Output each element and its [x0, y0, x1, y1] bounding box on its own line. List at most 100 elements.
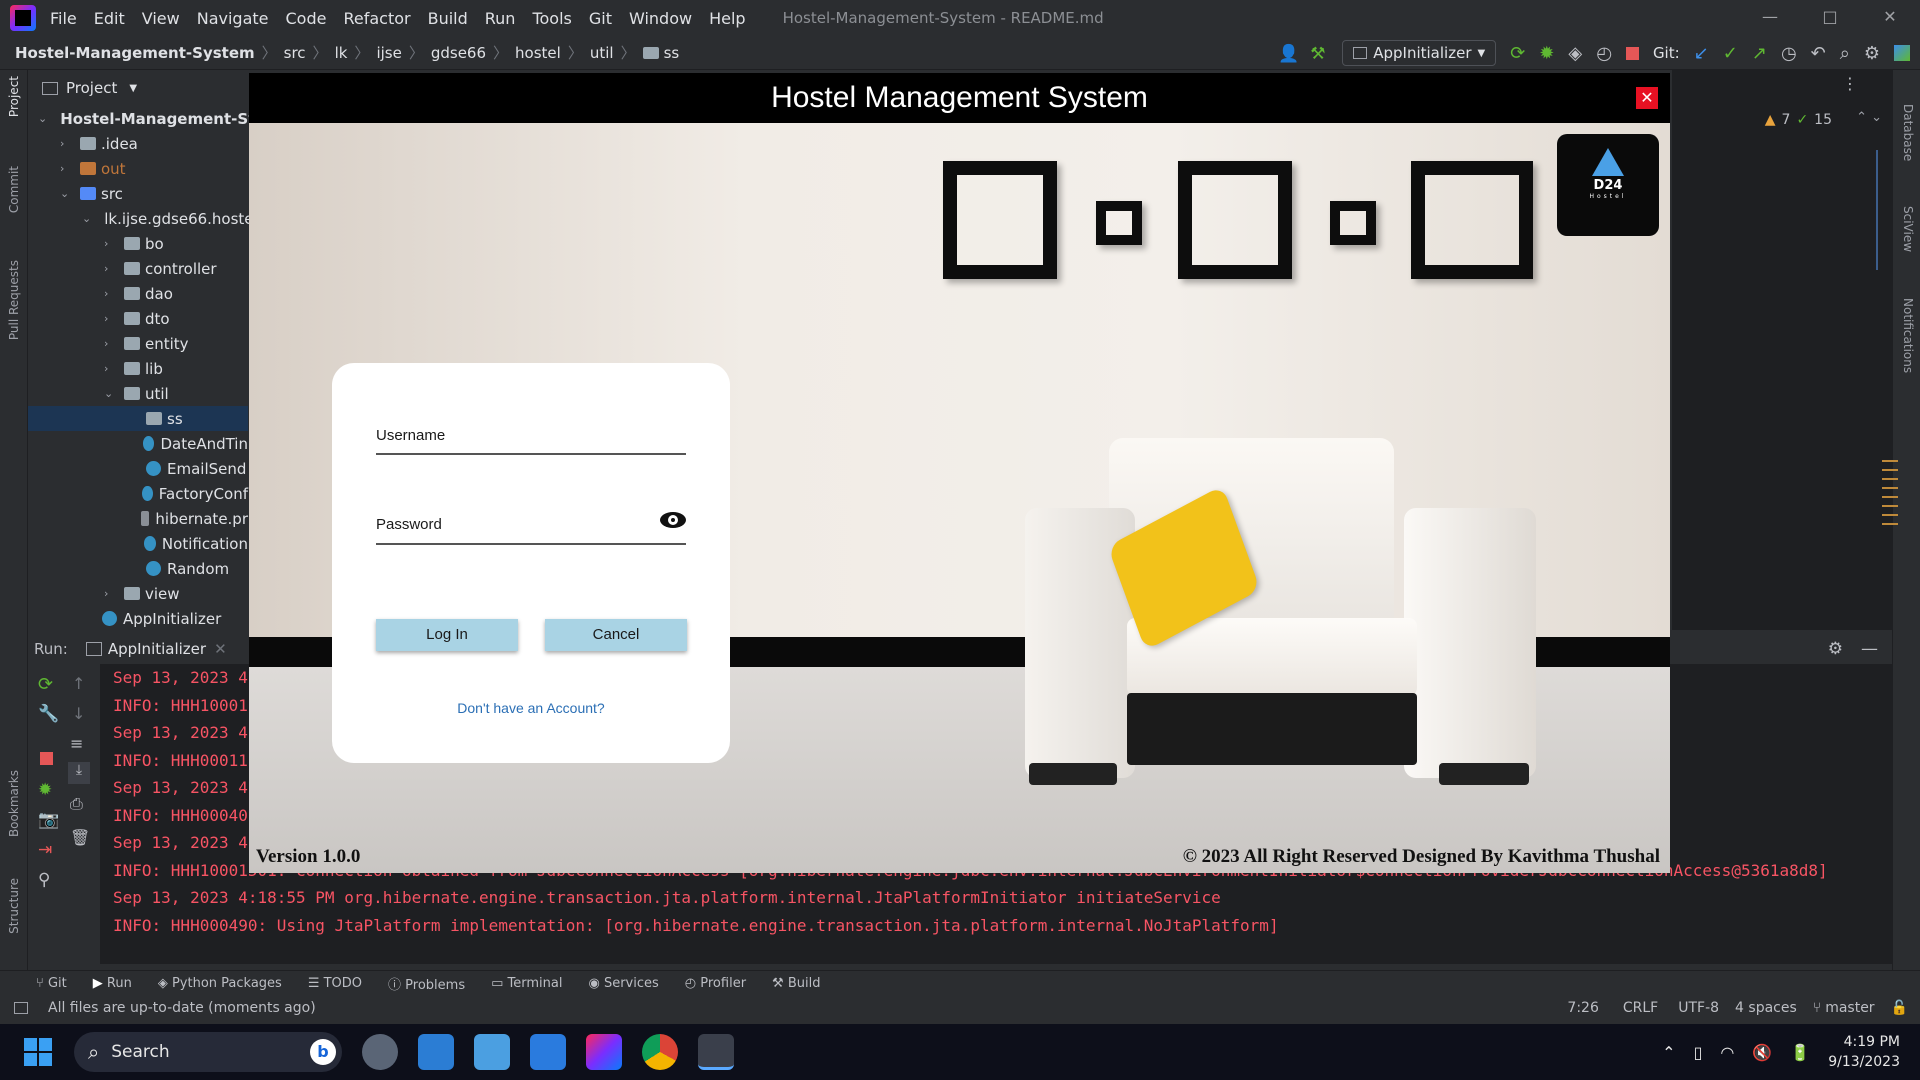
menu-refactor[interactable]: Refactor [343, 9, 410, 28]
python-packages-tab[interactable]: ◈ Python Packages [158, 976, 282, 991]
login-button[interactable]: Log In [376, 619, 518, 651]
menu-build[interactable]: Build [428, 9, 468, 28]
stop-icon[interactable] [40, 752, 53, 765]
intellij-app-icon[interactable] [586, 1034, 622, 1070]
breadcrumb-item[interactable]: hostel [515, 44, 561, 62]
chevron-down-icon[interactable]: ⌄ [104, 387, 116, 400]
terminal-tab[interactable]: ▭ Terminal [491, 976, 562, 991]
chevron-down-icon[interactable]: ⌄ [82, 212, 91, 225]
tree-item[interactable]: ⌄ src [28, 181, 248, 206]
tree-item[interactable]: hibernate.pr [28, 506, 248, 531]
line-separator[interactable]: CRLF [1623, 1000, 1658, 1016]
chevron-right-icon[interactable]: › [104, 362, 116, 375]
menu-window[interactable]: Window [629, 9, 692, 28]
build-hammer-icon[interactable]: ⚒ [1310, 44, 1328, 64]
sciview-tool-tab[interactable]: SciView [1901, 206, 1915, 252]
build-tab[interactable]: ⚒ Build [772, 976, 820, 991]
tree-item[interactable]: › lib [28, 356, 248, 381]
run-tab-appinitializer[interactable]: AppInitializer [108, 640, 206, 658]
photos-app-icon[interactable] [418, 1034, 454, 1070]
structure-tool-tab[interactable]: Structure [7, 878, 21, 934]
more-options-icon[interactable]: ⋮ [1842, 74, 1858, 93]
menu-tools[interactable]: Tools [532, 9, 571, 28]
chevron-right-icon[interactable]: › [104, 337, 116, 350]
services-tab[interactable]: ◉ Services [588, 976, 658, 991]
tree-item[interactable]: › view [28, 581, 248, 606]
rerun-icon[interactable]: ⟳ [1510, 43, 1525, 64]
debug-icon[interactable]: ✹ [1539, 43, 1554, 64]
tree-item[interactable]: › dao [28, 281, 248, 306]
image-viewer-app-icon[interactable] [474, 1034, 510, 1070]
file-encoding[interactable]: UTF-8 [1678, 1000, 1719, 1016]
menu-edit[interactable]: Edit [94, 9, 125, 28]
tree-item[interactable]: EmailSend [28, 456, 248, 481]
tree-item[interactable]: Random [28, 556, 248, 581]
chevron-right-icon[interactable]: › [104, 262, 116, 275]
git-update-icon[interactable]: ↙ [1694, 43, 1709, 64]
lock-icon[interactable]: 🔓 [1891, 1000, 1908, 1016]
menu-navigate[interactable]: Navigate [197, 9, 269, 28]
menu-run[interactable]: Run [485, 9, 516, 28]
tree-item[interactable]: Notification [28, 531, 248, 556]
trash-icon[interactable]: 🗑 [70, 828, 90, 847]
tree-item[interactable]: › bo [28, 231, 248, 256]
eye-icon[interactable] [660, 512, 686, 528]
breadcrumb-item[interactable]: src [284, 44, 306, 62]
close-window-button[interactable]: ✕ [1860, 0, 1920, 36]
tree-item[interactable]: ⌄ lk.ijse.gdse66.hoste [28, 206, 254, 231]
scroll-to-end-icon[interactable]: ⤓ [68, 762, 90, 784]
java-app-icon[interactable] [698, 1034, 734, 1070]
menu-file[interactable]: File [50, 9, 77, 28]
cursor-position[interactable]: 7:26 [1567, 1000, 1598, 1016]
run-config-select[interactable]: AppInitializer ▼ [1342, 40, 1497, 66]
hide-panel-icon[interactable]: — [1861, 639, 1878, 659]
project-tool-tab[interactable]: Project [7, 76, 21, 117]
signup-link[interactable]: Don't have an Account? [332, 700, 730, 716]
git-tab[interactable]: ⑂ Git [36, 976, 67, 991]
close-button[interactable]: ✕ [1636, 87, 1658, 109]
tree-item[interactable]: › .idea [28, 131, 248, 156]
search-icon[interactable]: ⌕ [1840, 43, 1850, 64]
database-tool-tab[interactable]: Database [1901, 104, 1915, 161]
breadcrumb-item[interactable]: util [590, 44, 614, 62]
run-tab[interactable]: ▶ Run [93, 976, 132, 991]
tree-item[interactable]: ⌄ util [28, 381, 248, 406]
tree-item[interactable]: › dto [28, 306, 248, 331]
menu-help[interactable]: Help [709, 9, 745, 28]
check-count[interactable]: 15 [1814, 112, 1832, 128]
volume-muted-icon[interactable]: 🔇 [1752, 1043, 1772, 1062]
notepad-app-icon[interactable] [530, 1034, 566, 1070]
git-branch[interactable]: master [1825, 1000, 1874, 1016]
windows-start-icon[interactable] [24, 1038, 52, 1066]
cancel-button[interactable]: Cancel [545, 619, 687, 651]
plugin-icon[interactable] [1894, 45, 1910, 61]
git-commit-icon[interactable]: ✓ [1723, 43, 1738, 64]
username-field[interactable]: Username [376, 427, 445, 444]
panel-toggle-icon[interactable] [14, 1002, 28, 1014]
debug-icon[interactable]: ✹ [38, 780, 52, 800]
settings-gear-icon[interactable]: ⚙ [1828, 639, 1843, 659]
menu-code[interactable]: Code [286, 9, 327, 28]
tree-item[interactable]: ss [28, 406, 248, 431]
breadcrumb-item[interactable]: ss [664, 44, 680, 62]
user-icon[interactable]: 👤 [1278, 44, 1299, 64]
chevron-right-icon[interactable]: › [60, 137, 72, 150]
breadcrumb-item[interactable]: gdse66 [431, 44, 486, 62]
settings-app-icon[interactable] [362, 1034, 398, 1070]
tree-item[interactable]: › out [28, 156, 248, 181]
chevron-down-icon[interactable]: ⌄ [38, 112, 47, 125]
profile-icon[interactable]: ◴ [1596, 43, 1612, 64]
print-icon[interactable]: ⎙ [70, 794, 83, 814]
wifi-icon[interactable]: ◠ [1720, 1043, 1734, 1062]
chevron-right-icon[interactable]: › [104, 312, 116, 325]
taskbar-search[interactable]: ⌕ Search b [74, 1032, 342, 1072]
chrome-app-icon[interactable] [642, 1034, 678, 1070]
settings-gear-icon[interactable]: ⚙ [1864, 43, 1880, 64]
chevron-right-icon[interactable]: › [104, 237, 116, 250]
profiler-tab[interactable]: ◴ Profiler [685, 976, 746, 991]
tree-item[interactable]: DateAndTin [28, 431, 248, 456]
tree-item[interactable]: › controller [28, 256, 248, 281]
battery-charging-icon[interactable]: 🔋 [1790, 1043, 1810, 1062]
indent-setting[interactable]: 4 spaces [1735, 1000, 1797, 1016]
tree-item[interactable]: FactoryConf [28, 481, 248, 506]
